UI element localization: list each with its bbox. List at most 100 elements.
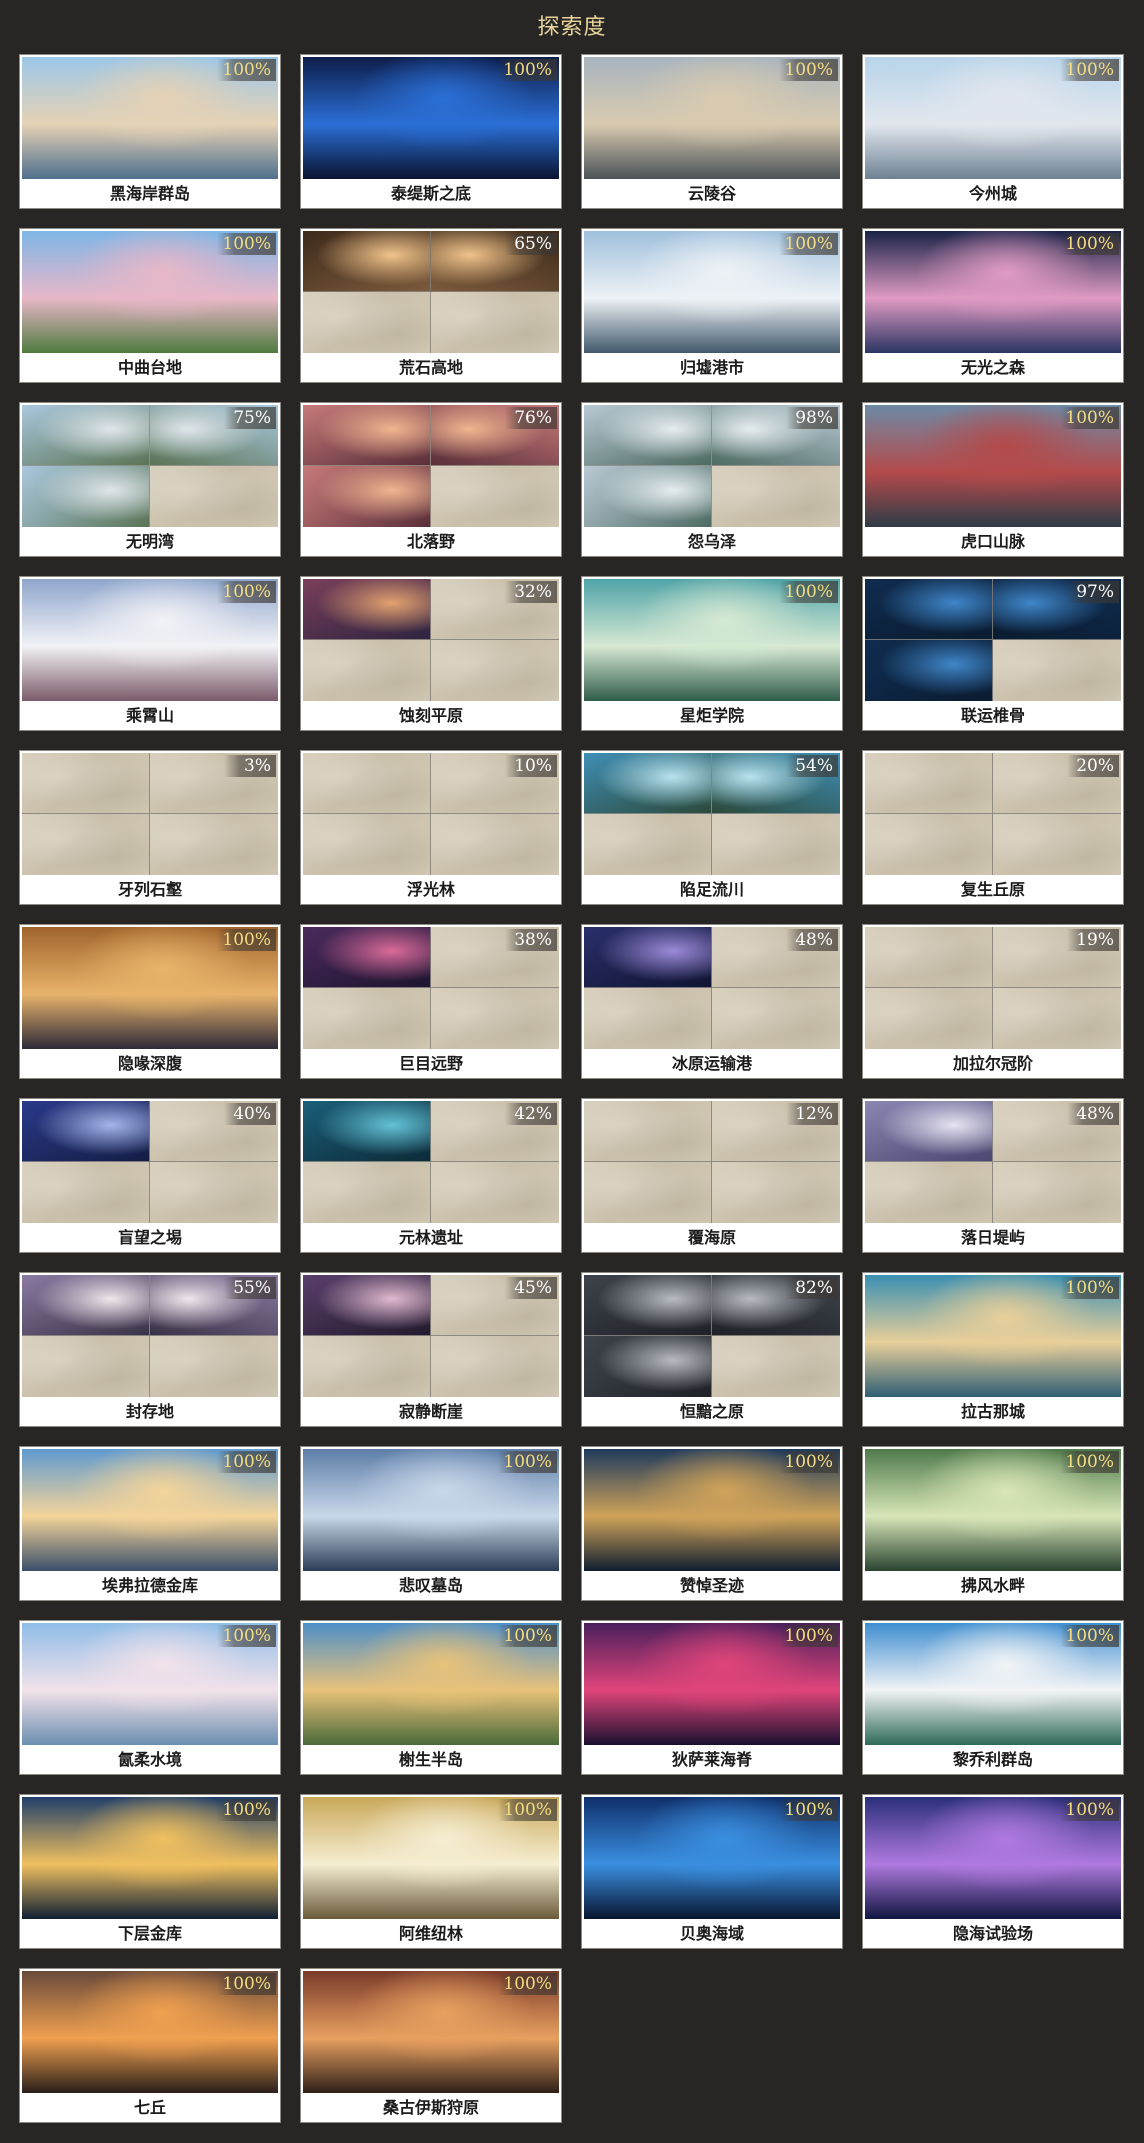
region-card[interactable]: 100% 埃弗拉德金库	[19, 1446, 281, 1601]
unexplored-quadrant	[712, 1336, 840, 1397]
region-card[interactable]: 100% 云陵谷	[581, 54, 843, 209]
region-card[interactable]: 100% 隐喙深腹	[19, 924, 281, 1079]
region-thumbnail: 100%	[22, 1797, 278, 1919]
region-card[interactable]: 100% 无光之森	[862, 228, 1124, 383]
explored-quadrant	[584, 466, 712, 527]
region-card[interactable]: 100% 贝奥海域	[581, 1794, 843, 1949]
region-name: 归墟港市	[582, 353, 842, 382]
region-card[interactable]: 20% 复生丘原	[862, 750, 1124, 905]
unexplored-quadrant	[22, 814, 150, 875]
region-card[interactable]: 100% 狄萨莱海脊	[581, 1620, 843, 1775]
exploration-percent: 100%	[217, 59, 276, 81]
region-thumbnail: 32%	[303, 579, 559, 701]
unexplored-quadrant	[712, 814, 840, 875]
region-card[interactable]: 100% 归墟港市	[581, 228, 843, 383]
region-card[interactable]: 75% 无明湾	[19, 402, 281, 557]
region-card[interactable]: 100% 榭生半岛	[300, 1620, 562, 1775]
region-thumbnail: 54%	[584, 753, 840, 875]
region-card[interactable]: 100% 隐海试验场	[862, 1794, 1124, 1949]
region-card[interactable]: 100% 乘霄山	[19, 576, 281, 731]
explored-quadrant	[584, 753, 712, 814]
region-card[interactable]: 54% 陷足流川	[581, 750, 843, 905]
region-card[interactable]: 100% 阿维纽林	[300, 1794, 562, 1949]
region-thumbnail: 100%	[584, 231, 840, 353]
region-card[interactable]: 100% 悲叹墓岛	[300, 1446, 562, 1601]
region-card[interactable]: 48% 落日堤屿	[862, 1098, 1124, 1253]
region-thumbnail: 55%	[22, 1275, 278, 1397]
region-card[interactable]: 42% 元林遗址	[300, 1098, 562, 1253]
region-name: 冰原运输港	[582, 1049, 842, 1078]
region-card[interactable]: 65% 荒石高地	[300, 228, 562, 383]
region-name: 星炬学院	[582, 701, 842, 730]
region-thumbnail: 65%	[303, 231, 559, 353]
region-thumbnail: 100%	[865, 1623, 1121, 1745]
region-card[interactable]: 100% 七丘	[19, 1968, 281, 2123]
region-card[interactable]: 100% 氤柔水境	[19, 1620, 281, 1775]
region-card[interactable]: 100% 拉古那城	[862, 1272, 1124, 1427]
region-card[interactable]: 100% 桑古伊斯狩原	[300, 1968, 562, 2123]
unexplored-quadrant	[303, 292, 431, 353]
exploration-percent: 100%	[498, 1973, 557, 1995]
region-card[interactable]: 10% 浮光林	[300, 750, 562, 905]
region-card[interactable]: 100% 泰缇斯之底	[300, 54, 562, 209]
region-card[interactable]: 100% 赞悼圣迹	[581, 1446, 843, 1601]
region-card[interactable]: 45% 寂静断崖	[300, 1272, 562, 1427]
region-thumbnail: 40%	[22, 1101, 278, 1223]
explored-quadrant	[584, 927, 712, 988]
exploration-percent: 82%	[786, 1277, 838, 1299]
region-card[interactable]: 98% 怨乌泽	[581, 402, 843, 557]
region-card[interactable]: 48% 冰原运输港	[581, 924, 843, 1079]
region-name: 荒石高地	[301, 353, 561, 382]
region-card[interactable]: 12% 覆海原	[581, 1098, 843, 1253]
explored-quadrant	[865, 579, 993, 640]
region-card[interactable]: 3% 牙列石壑	[19, 750, 281, 905]
exploration-percent: 65%	[505, 233, 557, 255]
explored-quadrant	[303, 579, 431, 640]
exploration-percent: 100%	[498, 1799, 557, 1821]
region-thumbnail: 10%	[303, 753, 559, 875]
region-name: 北落野	[301, 527, 561, 556]
region-thumbnail: 38%	[303, 927, 559, 1049]
unexplored-quadrant	[303, 753, 431, 814]
region-card[interactable]: 40% 盲望之埸	[19, 1098, 281, 1253]
region-card[interactable]: 100% 下层金库	[19, 1794, 281, 1949]
region-thumbnail: 100%	[584, 579, 840, 701]
region-card[interactable]: 55% 封存地	[19, 1272, 281, 1427]
region-name: 浮光林	[301, 875, 561, 904]
region-name: 赞悼圣迹	[582, 1571, 842, 1600]
unexplored-quadrant	[150, 1336, 278, 1397]
region-card[interactable]: 100% 今州城	[862, 54, 1124, 209]
region-card[interactable]: 100% 星炬学院	[581, 576, 843, 731]
region-card[interactable]: 32% 蚀刻平原	[300, 576, 562, 731]
region-name: 榭生半岛	[301, 1745, 561, 1774]
region-thumbnail: 100%	[22, 1449, 278, 1571]
explored-quadrant	[303, 1275, 431, 1336]
region-card[interactable]: 100% 中曲台地	[19, 228, 281, 383]
region-name: 拂风水畔	[863, 1571, 1123, 1600]
region-card[interactable]: 38% 巨目远野	[300, 924, 562, 1079]
exploration-percent: 100%	[217, 1625, 276, 1647]
unexplored-quadrant	[865, 753, 993, 814]
unexplored-quadrant	[993, 814, 1121, 875]
region-thumbnail: 75%	[22, 405, 278, 527]
region-card[interactable]: 100% 虎口山脉	[862, 402, 1124, 557]
exploration-percent: 100%	[498, 1451, 557, 1473]
unexplored-quadrant	[22, 1162, 150, 1223]
unexplored-quadrant	[431, 1336, 559, 1397]
region-card[interactable]: 97% 联运椎骨	[862, 576, 1124, 731]
region-card[interactable]: 19% 加拉尔冠阶	[862, 924, 1124, 1079]
explored-quadrant	[303, 927, 431, 988]
region-card[interactable]: 82% 恒黯之原	[581, 1272, 843, 1427]
region-name: 氤柔水境	[20, 1745, 280, 1774]
exploration-percent: 48%	[786, 929, 838, 951]
exploration-percent: 97%	[1067, 581, 1119, 603]
unexplored-quadrant	[431, 988, 559, 1049]
region-card[interactable]: 100% 黑海岸群岛	[19, 54, 281, 209]
region-card[interactable]: 76% 北落野	[300, 402, 562, 557]
region-card[interactable]: 100% 黎乔利群岛	[862, 1620, 1124, 1775]
unexplored-quadrant	[993, 1162, 1121, 1223]
region-card[interactable]: 100% 拂风水畔	[862, 1446, 1124, 1601]
region-thumbnail: 12%	[584, 1101, 840, 1223]
region-name: 乘霄山	[20, 701, 280, 730]
region-thumbnail: 100%	[865, 1797, 1121, 1919]
